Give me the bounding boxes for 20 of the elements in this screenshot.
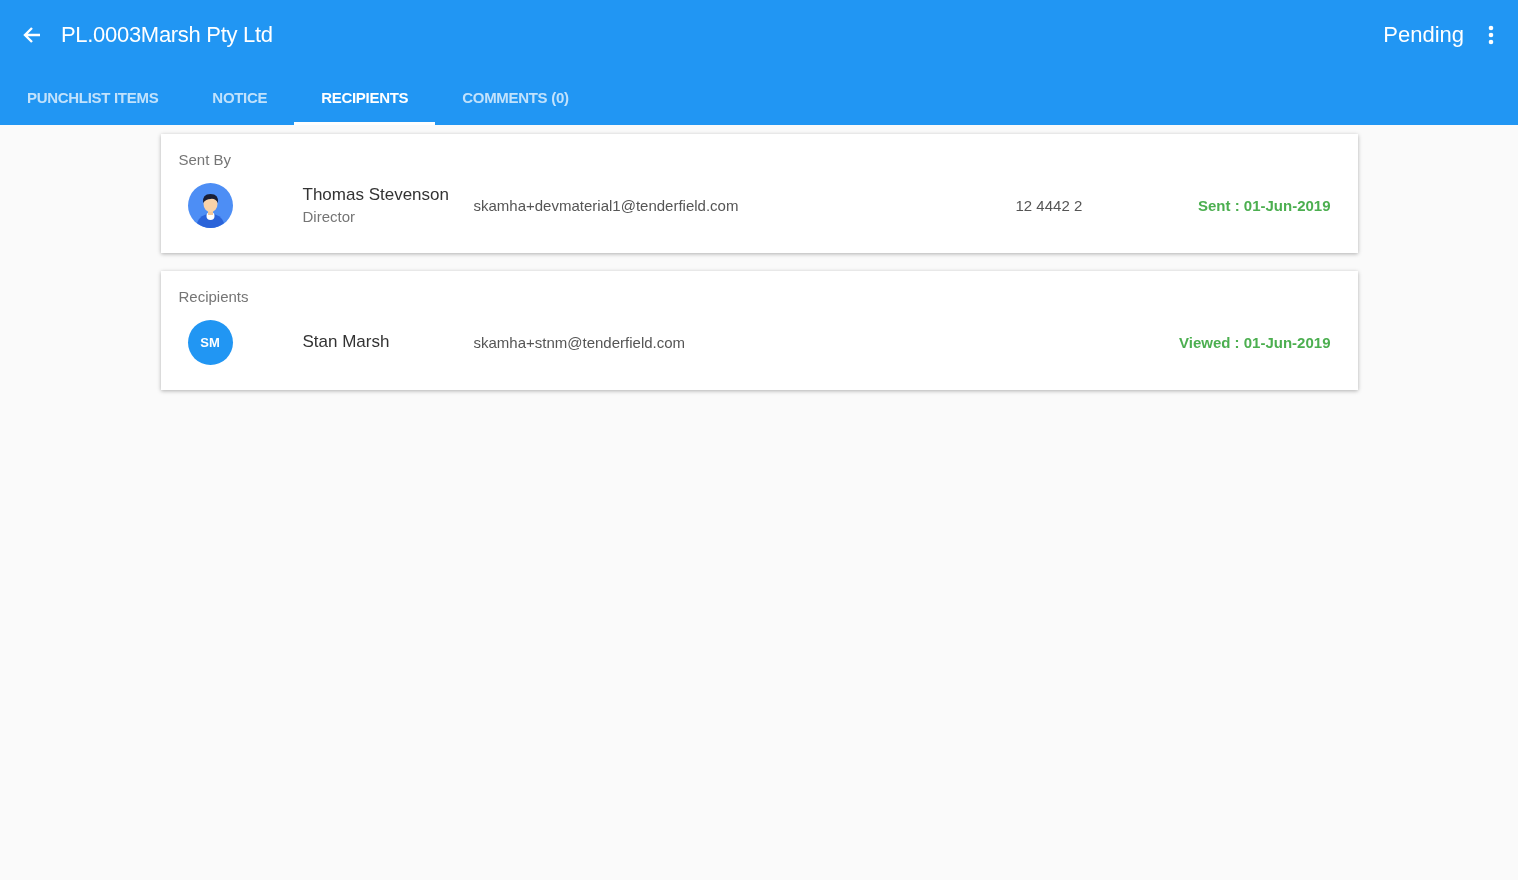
back-arrow-icon (22, 25, 42, 45)
person-name: Stan Marsh (302, 332, 391, 352)
delivery-status: Sent : 01-Jun-2019 (1197, 196, 1331, 214)
tab[interactable]: PUNCHLIST ITEMS (0, 70, 186, 125)
section-title: Recipients (178, 288, 250, 305)
tab[interactable]: NOTICE (185, 70, 295, 125)
initials-avatar: SM (187, 319, 233, 365)
person-name: Thomas Stevenson (302, 185, 450, 205)
tab[interactable]: RECIPIENTS (294, 70, 436, 125)
section-title: Sent By (178, 151, 233, 168)
delivery-status: Viewed : 01-Jun-2019 (1179, 333, 1331, 351)
person-role: Director (302, 208, 356, 225)
tab[interactable]: COMMENTS (0) (435, 70, 596, 125)
person-avatar-icon (187, 182, 233, 228)
more-icon (1488, 25, 1494, 45)
email-address: skamha+devmaterial1@tenderfield.com (473, 196, 740, 214)
phone-number: 12 4442 2 (1015, 196, 1083, 214)
email-address: skamha+stnm@tenderfield.com (473, 333, 687, 351)
page-title: PL.0003Marsh Pty Ltd (61, 22, 273, 48)
status-label: Pending (1383, 22, 1464, 48)
